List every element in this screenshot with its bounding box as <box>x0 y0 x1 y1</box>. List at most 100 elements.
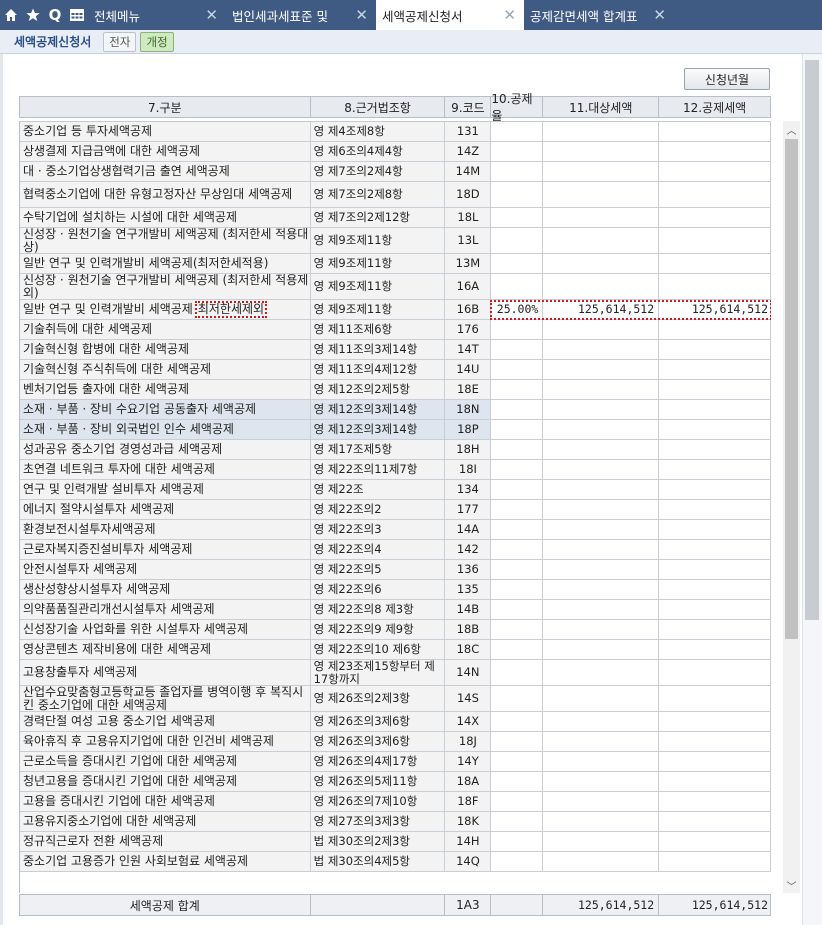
rate-cell[interactable] <box>491 772 544 791</box>
credit-tax-cell[interactable] <box>659 122 771 141</box>
apply-month-button[interactable]: 신청년월 <box>684 68 770 90</box>
credit-tax-cell[interactable] <box>659 340 771 359</box>
col-header-code[interactable]: 9.코드 <box>445 97 492 117</box>
table-row[interactable]: 환경보전시설투자세액공제 영 제22조의3 14A <box>20 520 771 540</box>
target-tax-cell[interactable] <box>543 520 660 539</box>
table-row[interactable]: 소재 · 부품 · 장비 외국법인 인수 세액공제 영 제12조의3제14항 18P <box>20 420 771 440</box>
table-row[interactable]: 고용유지중소기업에 대한 세액공제 영 제27조의3제3항 18K <box>20 812 771 832</box>
rate-cell[interactable] <box>491 228 544 253</box>
credit-tax-cell[interactable] <box>659 254 771 273</box>
target-tax-cell[interactable] <box>543 560 660 579</box>
rate-cell[interactable] <box>491 400 544 419</box>
page-scrollbar[interactable] <box>802 54 822 925</box>
table-row[interactable]: 소재 · 부품 · 장비 수요기업 공동출자 세액공제 영 제12조의3제14항 1… <box>20 400 771 420</box>
credit-tax-cell[interactable] <box>659 162 771 181</box>
table-row[interactable]: 중소기업 등 투자세액공제 영 제4조제8항 131 <box>20 122 771 142</box>
rate-cell[interactable] <box>491 480 544 499</box>
table-row[interactable]: 기술취득에 대한 세액공제 영 제11조제6항 176 <box>20 320 771 340</box>
target-tax-cell[interactable] <box>543 660 660 685</box>
target-tax-cell[interactable] <box>543 254 660 273</box>
credit-tax-cell[interactable] <box>659 772 771 791</box>
scroll-up-icon[interactable]: ︿ <box>783 121 800 137</box>
credit-tax-cell[interactable] <box>659 732 771 751</box>
rate-cell[interactable] <box>491 712 544 731</box>
rate-cell[interactable] <box>491 580 544 599</box>
target-tax-cell[interactable] <box>543 712 660 731</box>
close-icon[interactable]: ✕ <box>495 6 516 24</box>
close-icon[interactable]: ✕ <box>347 6 368 24</box>
rate-cell[interactable] <box>491 732 544 751</box>
rate-cell[interactable]: 25.00% <box>491 300 544 319</box>
target-tax-cell[interactable] <box>543 732 660 751</box>
table-row[interactable]: 안전시설투자 세액공제 영 제22조의5 136 <box>20 560 771 580</box>
credit-tax-cell[interactable] <box>659 560 771 579</box>
rate-cell[interactable] <box>491 360 544 379</box>
rate-cell[interactable] <box>491 812 544 831</box>
rate-cell[interactable] <box>491 182 544 207</box>
target-tax-cell[interactable] <box>543 360 660 379</box>
home-icon[interactable] <box>0 0 22 30</box>
col-header-category[interactable]: 7.구분 <box>20 97 311 117</box>
table-row[interactable]: 기술혁신형 주식취득에 대한 세액공제 영 제11조의4제12항 14U <box>20 360 771 380</box>
rate-cell[interactable] <box>491 340 544 359</box>
rate-cell[interactable] <box>491 852 544 871</box>
credit-tax-cell[interactable] <box>659 832 771 851</box>
table-row[interactable]: 고용창출투자 세액공제 영 제23조제15항부터 제17항까지 14N <box>20 660 771 686</box>
table-row[interactable]: 벤처기업등 출자에 대한 세액공제 영 제12조의2제5항 18E <box>20 380 771 400</box>
credit-tax-cell[interactable] <box>659 480 771 499</box>
target-tax-cell[interactable] <box>543 620 660 639</box>
credit-tax-cell[interactable] <box>659 420 771 439</box>
target-tax-cell[interactable] <box>543 752 660 771</box>
credit-tax-cell[interactable] <box>659 580 771 599</box>
tab-deduction-summary[interactable]: 공제감면세액 합계표 ✕ <box>524 0 674 30</box>
credit-tax-cell[interactable] <box>659 712 771 731</box>
target-tax-cell[interactable] <box>543 400 660 419</box>
target-tax-cell[interactable] <box>543 440 660 459</box>
table-row[interactable]: 신성장기술 사업화를 위한 시설투자 세액공제 영 제22조의9 제9항 18B <box>20 620 771 640</box>
table-row[interactable]: 신성장 · 원천기술 연구개발비 세액공제 (최저한세 적용제외) 영 제9조제1… <box>20 274 771 300</box>
table-row[interactable]: 신성장 · 원천기술 연구개발비 세액공제 (최저한세 적용대상) 영 제9조제1… <box>20 228 771 254</box>
table-row[interactable]: 중소기업 고용증가 인원 사회보험료 세액공제 법 제30조의4제5항 14Q <box>20 852 771 872</box>
target-tax-cell[interactable] <box>543 420 660 439</box>
table-row[interactable]: 육아휴직 후 고용유지기업에 대한 인건비 세액공제 영 제26조의3제6항 18J <box>20 732 771 752</box>
rate-cell[interactable] <box>491 560 544 579</box>
target-tax-cell[interactable] <box>543 182 660 207</box>
rate-cell[interactable] <box>491 832 544 851</box>
target-tax-cell[interactable] <box>543 122 660 141</box>
table-row[interactable]: 영상콘텐츠 제작비용에 대한 세액공제 영 제22조의10 제6항 18C <box>20 640 771 660</box>
rate-cell[interactable] <box>491 540 544 559</box>
credit-tax-cell[interactable] <box>659 520 771 539</box>
credit-tax-cell[interactable] <box>659 640 771 659</box>
credit-tax-cell[interactable] <box>659 852 771 871</box>
table-row[interactable]: 기술혁신형 합병에 대한 세액공제 영 제11조의3제14항 14T <box>20 340 771 360</box>
rate-cell[interactable] <box>491 142 544 161</box>
table-row[interactable]: 청년고용을 증대시킨 기업에 대한 세액공제 영 제26조의5제11항 18A <box>20 772 771 792</box>
grid-scrollbar[interactable]: ︿ ﹀ <box>783 121 800 893</box>
target-tax-cell[interactable] <box>543 228 660 253</box>
table-row[interactable]: 에너지 절약시설투자 세액공제 영 제22조의2 177 <box>20 500 771 520</box>
table-row[interactable]: 초연결 네트워크 투자에 대한 세액공제 영 제22조의11제7항 18I <box>20 460 771 480</box>
table-row[interactable]: 고용을 증대시킨 기업에 대한 세액공제 영 제26조의7제10항 18F <box>20 792 771 812</box>
credit-tax-cell[interactable] <box>659 460 771 479</box>
rate-cell[interactable] <box>491 274 544 299</box>
rate-cell[interactable] <box>491 460 544 479</box>
credit-tax-cell[interactable] <box>659 752 771 771</box>
target-tax-cell[interactable] <box>543 792 660 811</box>
credit-tax-cell[interactable] <box>659 360 771 379</box>
table-row[interactable]: 협력중소기업에 대한 유형고정자산 무상임대 세액공제 영 제7조의2제8항 18D <box>20 182 771 208</box>
target-tax-cell[interactable] <box>543 500 660 519</box>
tab-full-menu[interactable]: 전체메뉴 ✕ <box>88 0 226 30</box>
credit-tax-cell[interactable] <box>659 600 771 619</box>
rate-cell[interactable] <box>491 320 544 339</box>
rate-cell[interactable] <box>491 380 544 399</box>
star-icon[interactable] <box>22 0 44 30</box>
rate-cell[interactable] <box>491 208 544 227</box>
table-row[interactable]: 근로자복지증진설비투자 세액공제 영 제22조의4 142 <box>20 540 771 560</box>
table-row[interactable]: 상생결제 지급금액에 대한 세액공제 영 제6조의4제4항 14Z <box>20 142 771 162</box>
credit-tax-cell[interactable] <box>659 208 771 227</box>
rate-cell[interactable] <box>491 162 544 181</box>
col-header-target-tax[interactable]: 11.대상세액 <box>543 97 660 117</box>
credit-tax-cell[interactable] <box>659 274 771 299</box>
credit-tax-cell[interactable] <box>659 320 771 339</box>
table-row[interactable]: 수탁기업에 설치하는 시설에 대한 세액공제 영 제7조의2제12항 18L <box>20 208 771 228</box>
